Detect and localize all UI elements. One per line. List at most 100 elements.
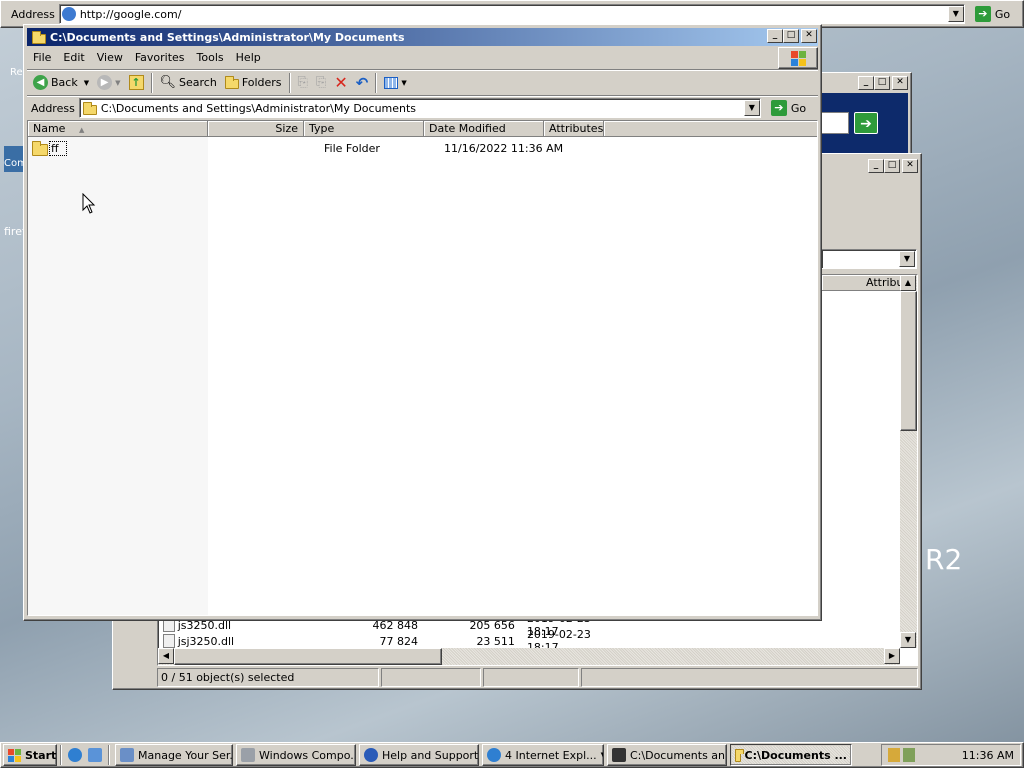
file-list-view[interactable]: Name ▲ Size Type Date Modified Attribute… xyxy=(27,120,818,616)
scroll-right-button[interactable]: ▶ xyxy=(884,648,900,664)
tray-network-icon[interactable] xyxy=(903,748,915,762)
column-header-type[interactable]: Type xyxy=(304,121,424,137)
task-label: Manage Your Ser... xyxy=(138,748,233,762)
close-button[interactable]: ✕ xyxy=(801,29,817,43)
back-button[interactable]: ◀ Back ▼ xyxy=(29,72,93,94)
windows-components-icon xyxy=(241,748,255,762)
vertical-scrollbar[interactable]: ▲ ▼ xyxy=(900,275,917,648)
status-text: 0 / 51 object(s) selected xyxy=(161,671,295,684)
task-label: C:\Documents ... xyxy=(744,748,847,762)
column-header-size[interactable]: Size xyxy=(208,121,304,137)
archive-status-bar: 0 / 51 object(s) selected xyxy=(157,668,918,688)
explorer-title-text: C:\Documents and Settings\Administrator\… xyxy=(50,30,405,44)
menu-favorites[interactable]: Favorites xyxy=(129,49,191,67)
explorer-address-text: C:\Documents and Settings\Administrator\… xyxy=(100,101,417,115)
tray-clock[interactable]: 11:36 AM xyxy=(962,749,1014,762)
scroll-up-button[interactable]: ▲ xyxy=(900,275,916,291)
browser-address-input[interactable]: http://google.com/ ▼ xyxy=(58,4,965,24)
task-label: Help and Support... xyxy=(382,748,479,762)
search-button[interactable]: 🔍︎ Search xyxy=(156,72,221,94)
explorer-go-button[interactable]: ➔ Go xyxy=(767,100,810,116)
browser-go-button[interactable]: ➔ Go xyxy=(971,6,1014,22)
taskbar-separator xyxy=(108,745,110,765)
minimize-button[interactable]: _ xyxy=(868,159,884,173)
maximize-button[interactable]: □ xyxy=(874,76,890,90)
ie-search-box[interactable] xyxy=(821,112,849,134)
menu-help[interactable]: Help xyxy=(230,49,267,67)
windows-flag-icon xyxy=(8,748,21,762)
delete-x-icon: ✕ xyxy=(334,73,348,92)
back-dropdown-icon[interactable]: ▼ xyxy=(84,79,89,87)
folder-icon xyxy=(32,140,48,156)
taskbar-task-3[interactable]: Help and Support... xyxy=(359,744,479,766)
folders-label: Folders xyxy=(241,76,282,89)
archive-row[interactable]: jsj3250.dll 77 824 23 511 2019-02-23 18:… xyxy=(163,628,623,654)
explorer-go-label: Go xyxy=(790,101,807,115)
address-folder-icon xyxy=(82,101,97,115)
quicklaunch-ie-alt-icon[interactable] xyxy=(88,748,102,762)
taskbar: Start Manage Your Ser... Windows Compo..… xyxy=(0,742,1024,768)
taskbar-task-1[interactable]: Manage Your Ser... xyxy=(115,744,233,766)
close-button[interactable]: ✕ xyxy=(892,76,908,90)
horizontal-scrollbar[interactable]: ◀ ▶ xyxy=(158,648,900,665)
os-watermark: R2 xyxy=(925,543,963,576)
browser-url-text: http://google.com/ xyxy=(79,7,182,21)
minimize-button[interactable]: _ xyxy=(767,29,783,43)
explorer-window[interactable]: C:\Documents and Settings\Administrator\… xyxy=(23,24,822,621)
undo-button[interactable]: ↶ xyxy=(352,72,373,94)
column-header-date-label: Date Modified xyxy=(429,122,506,135)
file-type: File Folder xyxy=(324,141,380,155)
menu-edit[interactable]: Edit xyxy=(57,49,90,67)
menu-view[interactable]: View xyxy=(91,49,129,67)
internet-explorer-icon xyxy=(487,748,501,762)
move-to-button[interactable]: ⎘ xyxy=(294,72,312,94)
horizontal-scroll-thumb[interactable] xyxy=(174,648,442,665)
scroll-thumb[interactable] xyxy=(900,291,917,431)
maximize-button[interactable]: □ xyxy=(783,29,799,43)
status-pane-2 xyxy=(381,668,481,687)
explorer-titlebar[interactable]: C:\Documents and Settings\Administrator\… xyxy=(27,28,818,46)
explorer-address-input[interactable]: C:\Documents and Settings\Administrator\… xyxy=(78,98,761,118)
taskbar-task-2[interactable]: Windows Compo... xyxy=(236,744,356,766)
maximize-button[interactable]: □ xyxy=(884,159,900,173)
copy-to-button[interactable]: ⎘ xyxy=(312,72,330,94)
menu-file[interactable]: File xyxy=(27,49,57,67)
column-header-name[interactable]: Name ▲ xyxy=(28,121,208,137)
address-dropdown-button[interactable]: ▼ xyxy=(947,6,964,22)
minimize-button[interactable]: _ xyxy=(858,76,874,90)
quicklaunch-ie-icon[interactable] xyxy=(68,748,82,762)
desktop-icon-label-1[interactable]: Re xyxy=(10,67,23,78)
up-folder-button[interactable]: ↑ xyxy=(125,72,148,94)
start-button[interactable]: Start xyxy=(3,744,57,766)
taskbar-task-4[interactable]: 4 Internet Expl... ▼ xyxy=(482,744,604,766)
close-button[interactable]: ✕ xyxy=(902,159,918,173)
forward-dropdown-icon[interactable]: ▼ xyxy=(115,79,120,87)
ie-go-icon[interactable]: ➔ xyxy=(854,112,878,134)
delete-button[interactable]: ✕ xyxy=(330,72,351,94)
column-header-attributes[interactable]: Attribu xyxy=(822,275,904,291)
file-row[interactable]: ff File Folder 11/16/2022 11:36 AM xyxy=(32,140,592,156)
column-header-date-modified[interactable]: Date Modified xyxy=(424,121,544,137)
views-dropdown-icon: ▼ xyxy=(401,78,407,87)
archive-file-name: jsj3250.dll xyxy=(177,634,235,648)
scroll-down-button[interactable]: ▼ xyxy=(900,632,916,648)
copy-to-icon: ⎘ xyxy=(315,75,327,90)
file-name: ff xyxy=(49,140,67,156)
folders-button[interactable]: Folders xyxy=(221,72,286,94)
forward-button[interactable]: ▶ ▼ xyxy=(93,72,124,94)
taskbar-task-6[interactable]: C:\Documents ... xyxy=(730,744,852,766)
column-header-attributes[interactable]: Attributes xyxy=(544,121,604,137)
standard-toolbar: ◀ Back ▼ ▶ ▼ ↑ 🔍︎ Search Folders ⎘ ⎘ ✕ ↶… xyxy=(27,70,818,96)
address-dropdown-button[interactable]: ▼ xyxy=(743,100,760,116)
column-header-name-label: Name xyxy=(33,122,66,135)
desktop-icon-computer[interactable]: Com xyxy=(4,146,27,172)
tray-security-icon[interactable] xyxy=(888,748,900,762)
menu-tools[interactable]: Tools xyxy=(191,49,230,67)
folders-icon xyxy=(224,76,239,89)
taskbar-task-5[interactable]: C:\Documents an... xyxy=(607,744,727,766)
views-button[interactable]: ▼ xyxy=(380,72,410,94)
file-date-modified: 11/16/2022 11:36 AM xyxy=(444,141,564,155)
scroll-left-button[interactable]: ◀ xyxy=(158,648,174,664)
archive-combo-dropdown[interactable]: ▼ xyxy=(899,251,915,267)
archive-address-combo[interactable]: ▼ xyxy=(821,249,917,269)
